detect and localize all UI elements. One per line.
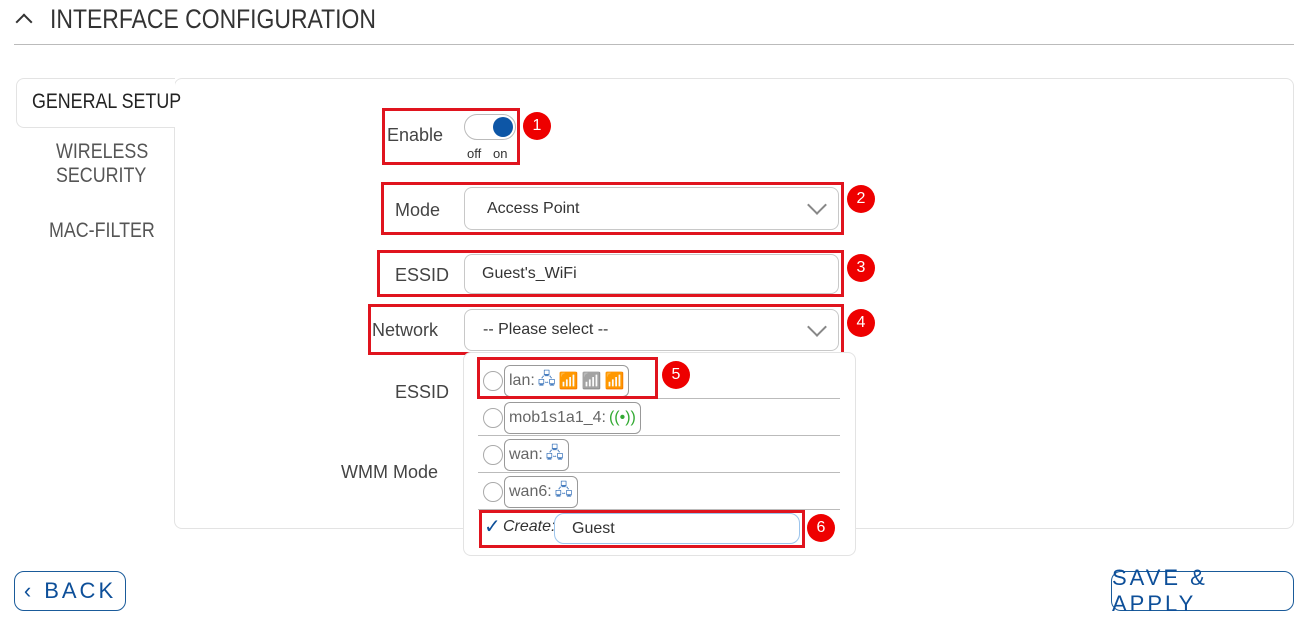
wmm-mode-label: WMM Mode: [341, 462, 439, 482]
radio[interactable]: [483, 482, 503, 502]
radio[interactable]: [483, 445, 503, 465]
network-option-wan[interactable]: wan: 🖧: [478, 435, 840, 473]
mode-select[interactable]: Access Point: [464, 187, 839, 230]
chevron-down-icon: [807, 317, 827, 337]
chevron-down-icon: [807, 195, 827, 215]
network-option-wan6[interactable]: wan6: 🖧: [478, 472, 840, 510]
option-chip[interactable]: wan6: 🖧: [504, 476, 578, 508]
badge-3: 3: [847, 254, 875, 282]
essid-input[interactable]: Guest's_WiFi: [464, 254, 839, 294]
option-chip[interactable]: mob1s1a1_4: ((•)): [504, 402, 641, 434]
option-label: mob1s1a1_4:: [509, 409, 606, 426]
annotation-box-5: [477, 357, 658, 399]
tab-wireless-security[interactable]: WIRELESS SECURITY: [56, 140, 148, 188]
essid-label: ESSID: [395, 265, 450, 285]
radio[interactable]: [483, 408, 503, 428]
network-select[interactable]: -- Please select --: [464, 309, 839, 351]
badge-6: 6: [807, 514, 835, 542]
create-checkbox-check-icon[interactable]: ✓: [484, 514, 501, 539]
save-apply-button[interactable]: SAVE & APPLY: [1111, 565, 1294, 616]
option-label: wan6:: [509, 483, 552, 500]
badge-5: 5: [662, 361, 690, 389]
option-label: wan:: [509, 446, 543, 463]
tab-general-setup-label[interactable]: GENERAL SETUP: [32, 90, 181, 114]
section-title: INTERFACE CONFIGURATION: [50, 4, 376, 34]
enable-label: Enable: [387, 125, 444, 145]
toggle-off-label: off: [467, 146, 482, 161]
ethernet-icon: 🖧: [545, 444, 564, 462]
essid-label: ESSID: [395, 382, 450, 402]
tab-label: SECURITY: [56, 164, 147, 187]
mobile-antenna-icon: ((•)): [608, 409, 636, 426]
badge-4: 4: [847, 309, 875, 337]
enable-toggle[interactable]: [464, 114, 516, 140]
chevron-left-icon: ‹: [23, 578, 35, 603]
back-label: BACK: [44, 578, 117, 603]
tab-label: WIRELESS: [56, 140, 149, 163]
back-button[interactable]: ‹ BACK: [14, 571, 126, 611]
create-label: Create:: [503, 518, 556, 535]
ethernet-icon: 🖧: [554, 481, 573, 499]
create-network-input[interactable]: Guest: [554, 513, 800, 544]
network-value: -- Please select --: [483, 321, 609, 338]
toggle-knob: [493, 117, 513, 137]
tab-mac-filter[interactable]: MAC-FILTER: [49, 219, 155, 243]
mode-value: Access Point: [487, 199, 580, 217]
mode-label: Mode: [395, 200, 441, 220]
collapse-chevron-up-icon[interactable]: [15, 13, 33, 31]
badge-2: 2: [847, 185, 875, 213]
network-label: Network: [372, 320, 439, 340]
badge-1: 1: [523, 112, 551, 140]
network-option-mob1s1a1-4[interactable]: mob1s1a1_4: ((•)): [478, 398, 840, 436]
divider: [14, 44, 1294, 45]
option-chip[interactable]: wan: 🖧: [504, 439, 569, 471]
toggle-on-label: on: [493, 146, 508, 161]
